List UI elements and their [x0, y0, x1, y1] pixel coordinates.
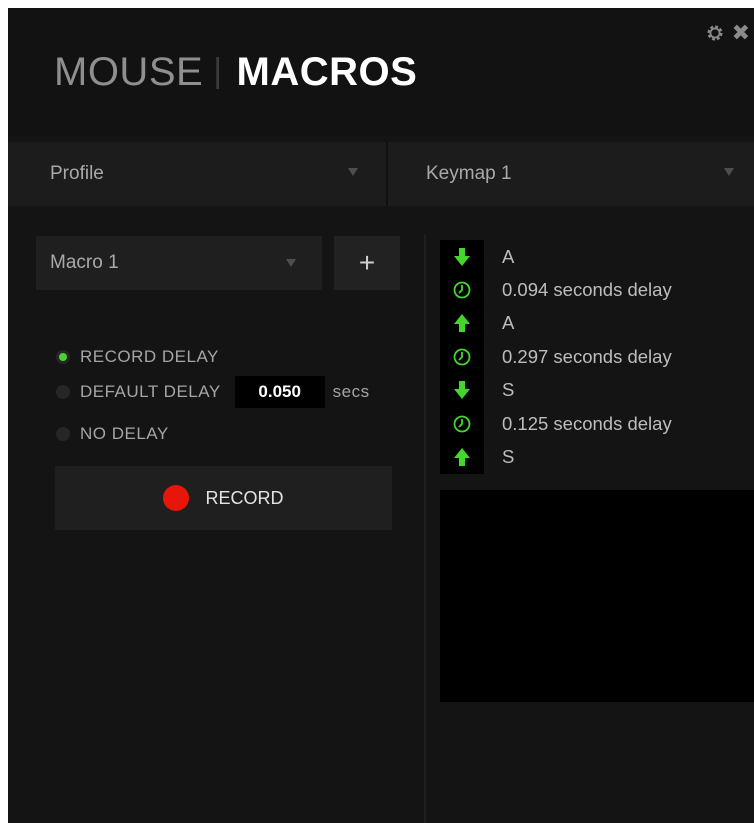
chevron-down-icon: [724, 168, 734, 176]
list-item[interactable]: A: [440, 306, 754, 341]
event-text: 0.125 seconds delay: [502, 412, 672, 434]
radio-no-delay[interactable]: NO DELAY: [56, 424, 169, 444]
title-separator: |: [213, 52, 223, 90]
clock-icon: [453, 415, 471, 433]
record-button[interactable]: RECORD: [55, 466, 392, 530]
keymap-dropdown-label: Keymap 1: [426, 163, 512, 184]
gear-icon[interactable]: [704, 22, 726, 44]
event-text: A: [502, 312, 515, 334]
list-item[interactable]: 0.094 seconds delay: [440, 273, 754, 307]
chevron-down-icon: [286, 259, 296, 267]
list-item[interactable]: S: [440, 440, 754, 474]
keymap-dropdown[interactable]: Keymap 1: [388, 142, 754, 206]
macro-event-panel[interactable]: [440, 490, 754, 702]
radio-default-delay[interactable]: DEFAULT DELAY secs: [56, 376, 370, 408]
radio-selected-icon[interactable]: [56, 350, 70, 364]
clock-icon: [453, 348, 471, 366]
arrow-up-icon: [454, 314, 470, 333]
profile-dropdown[interactable]: Profile: [8, 142, 386, 206]
profile-keymap-bar: Profile Keymap 1: [8, 142, 754, 206]
arrow-down-icon: [454, 247, 470, 266]
profile-dropdown-label: Profile: [50, 163, 104, 184]
macro-event-list: A 0.094 seconds delay A 0.297 seconds de…: [440, 240, 754, 474]
event-text: 0.297 seconds delay: [502, 345, 672, 367]
record-delay-label: RECORD DELAY: [80, 347, 219, 366]
event-text: S: [502, 379, 515, 401]
list-item[interactable]: S: [440, 373, 754, 407]
delay-unit-label: secs: [332, 382, 370, 401]
window-controls: ✖: [704, 22, 750, 44]
header: MOUSE | MACROS ✖: [8, 8, 754, 136]
event-text: 0.094 seconds delay: [502, 279, 672, 301]
arrow-down-icon: [454, 381, 470, 400]
default-delay-input[interactable]: [234, 376, 325, 408]
macro-dropdown[interactable]: Macro 1: [36, 236, 322, 290]
clock-icon: [453, 281, 471, 299]
close-icon[interactable]: ✖: [732, 22, 750, 44]
radio-record-delay[interactable]: RECORD DELAY: [56, 347, 219, 367]
tab-macros[interactable]: MACROS: [237, 50, 418, 94]
no-delay-label: NO DELAY: [80, 424, 169, 443]
chevron-down-icon: [348, 168, 358, 176]
macro-dropdown-label: Macro 1: [50, 252, 119, 273]
record-button-label: RECORD: [205, 487, 284, 508]
add-macro-button[interactable]: +: [334, 236, 400, 290]
radio-unselected-icon[interactable]: [56, 427, 70, 441]
arrow-up-icon: [454, 448, 470, 467]
radio-unselected-icon[interactable]: [56, 385, 70, 399]
page-title: MOUSE | MACROS: [54, 50, 417, 95]
default-delay-label: DEFAULT DELAY: [80, 382, 221, 401]
list-item[interactable]: 0.297 seconds delay: [440, 340, 754, 374]
panel-divider: [424, 234, 426, 823]
list-item[interactable]: 0.125 seconds delay: [440, 406, 754, 441]
tab-mouse[interactable]: MOUSE: [54, 50, 203, 94]
record-dot-icon: [163, 485, 190, 511]
macros-window: MOUSE | MACROS ✖ Profile Keymap 1 Macro 1 …: [8, 8, 754, 823]
event-text: A: [502, 245, 515, 267]
event-text: S: [502, 446, 515, 468]
list-item[interactable]: A: [440, 240, 754, 274]
